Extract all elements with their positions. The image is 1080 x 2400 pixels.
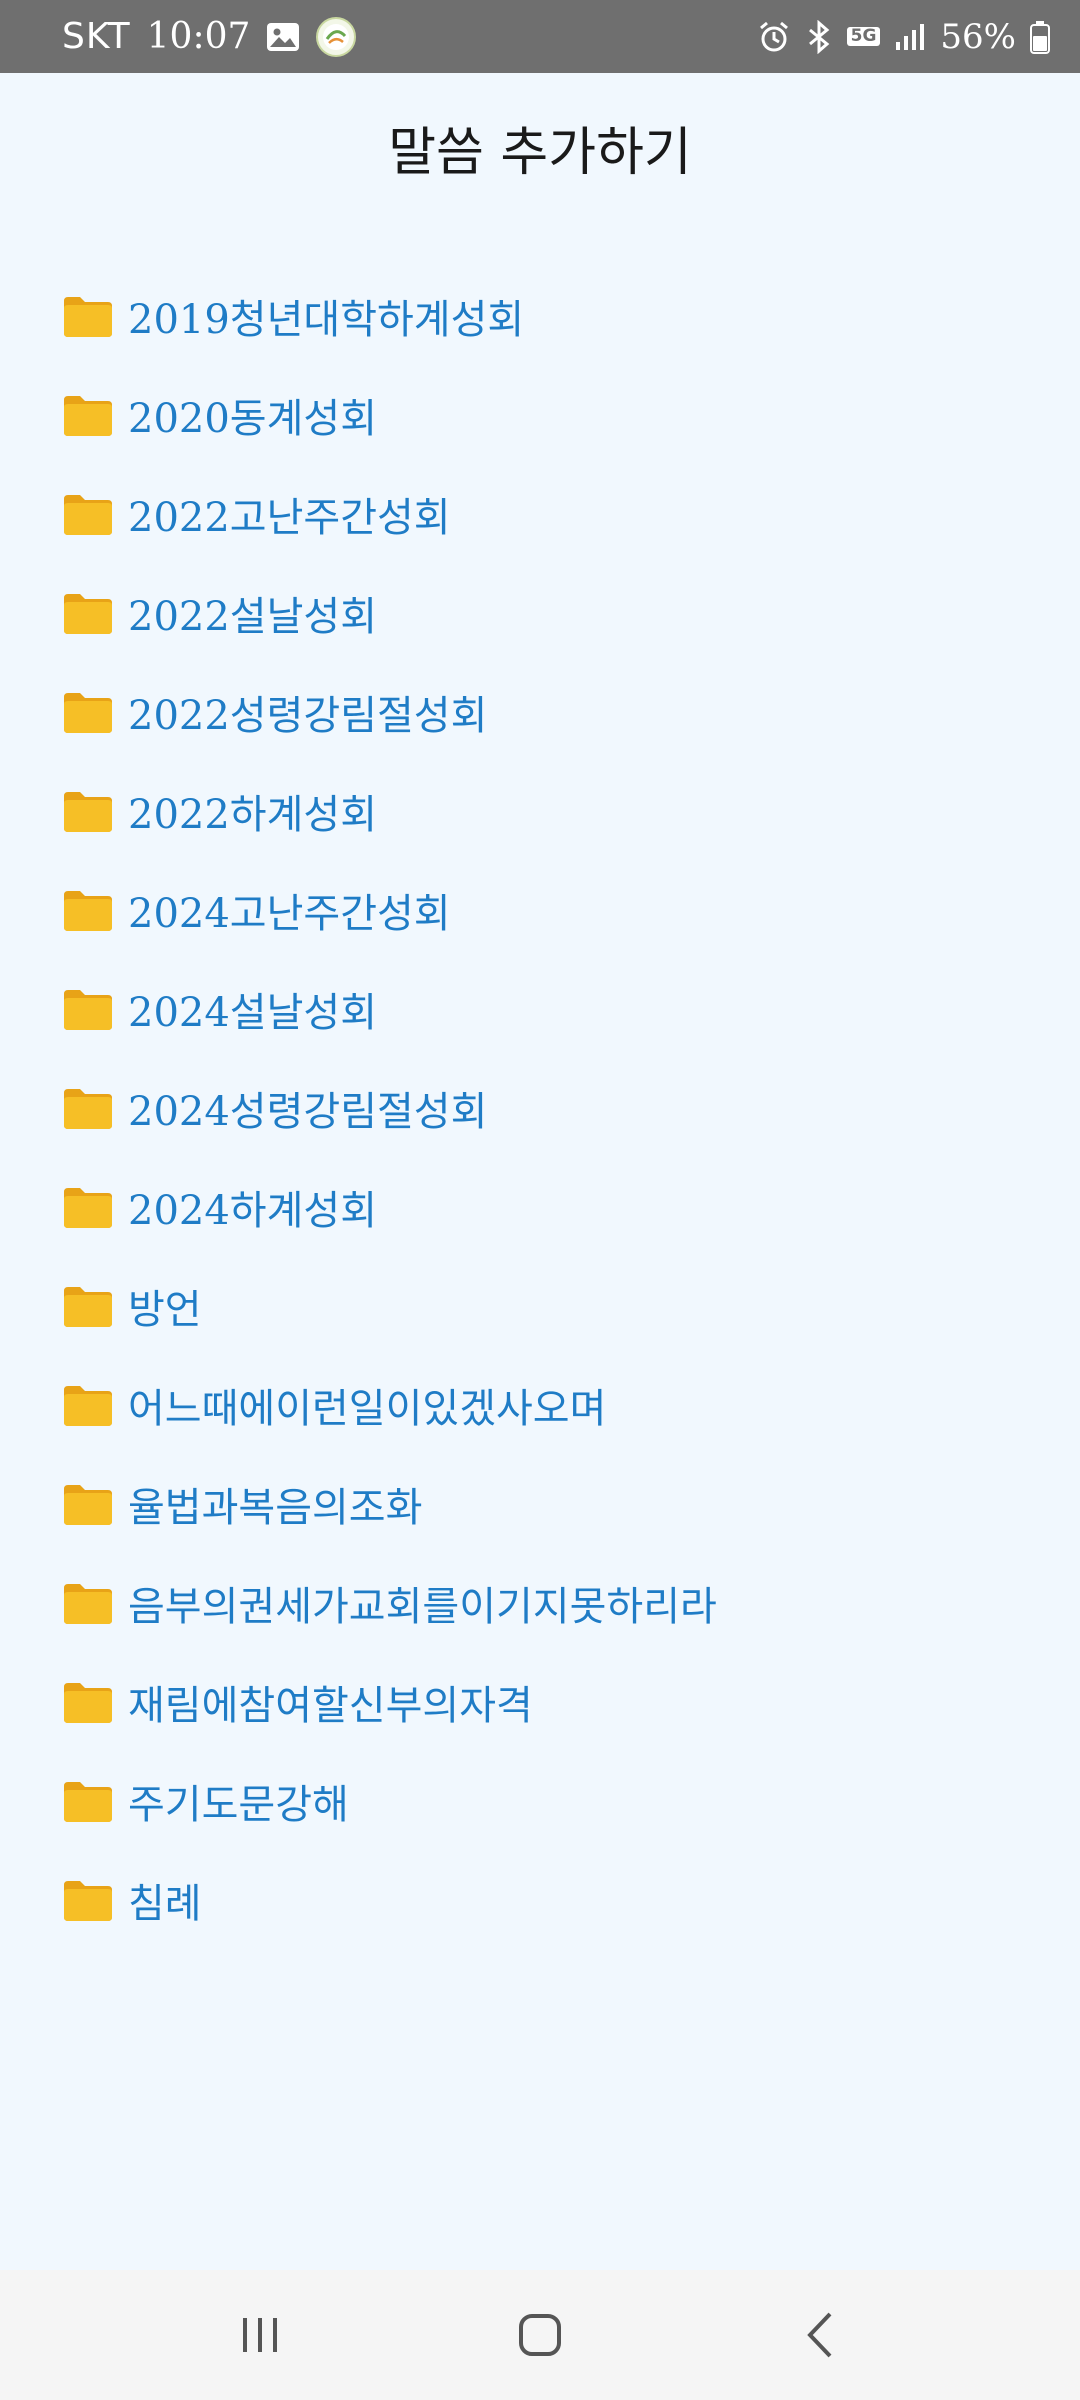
folder-icon xyxy=(62,1877,114,1923)
folder-icon xyxy=(62,788,114,834)
folder-label: 침례 xyxy=(128,1880,202,1927)
folder-label: 2022성령강림절성회 xyxy=(128,692,488,739)
recent-apps-icon xyxy=(243,2318,277,2352)
folder-label: 방언 xyxy=(128,1286,202,1333)
folder-icon xyxy=(62,1283,114,1329)
folder-label: 주기도문강해 xyxy=(128,1781,349,1828)
alarm-icon xyxy=(757,20,791,54)
folder-label: 어느때에이런일이있겠사오며 xyxy=(128,1385,607,1432)
folder-label: 2020동계성회 xyxy=(128,395,377,442)
folder-icon xyxy=(62,1481,114,1527)
home-icon xyxy=(519,2314,561,2356)
page-title: 말씀 추가하기 xyxy=(388,123,692,183)
folder-icon xyxy=(62,590,114,636)
folder-item-16[interactable]: 주기도문강해 xyxy=(62,1751,717,1850)
folder-icon xyxy=(62,689,114,735)
folder-item-17[interactable]: 침례 xyxy=(62,1850,717,1949)
folder-item-2[interactable]: 2020동계성회 xyxy=(62,365,717,464)
battery-percent: 56% xyxy=(940,16,1016,57)
carrier-label: SKT xyxy=(62,16,131,57)
folder-item-9[interactable]: 2024성령강림절성회 xyxy=(62,1058,717,1157)
folder-item-4[interactable]: 2022설날성회 xyxy=(62,563,717,662)
folder-icon xyxy=(62,1580,114,1626)
back-icon xyxy=(807,2312,832,2358)
folder-icon xyxy=(62,887,114,933)
recent-apps-button[interactable] xyxy=(200,2285,320,2385)
folder-item-5[interactable]: 2022성령강림절성회 xyxy=(62,662,717,761)
folder-icon xyxy=(62,1778,114,1824)
folder-item-1[interactable]: 2019청년대학하계성회 xyxy=(62,266,717,365)
navigation-bar xyxy=(0,2270,1080,2400)
folder-list: 2019청년대학하계성회 2020동계성회 2022고난주간성회 2022설날성… xyxy=(62,266,717,1949)
folder-item-15[interactable]: 재림에참여할신부의자격 xyxy=(62,1652,717,1751)
folder-item-6[interactable]: 2022하계성회 xyxy=(62,761,717,860)
folder-item-14[interactable]: 음부의권세가교회를이기지못하리라 xyxy=(62,1553,717,1652)
folder-icon xyxy=(62,1382,114,1428)
back-button[interactable] xyxy=(760,2285,880,2385)
signal-icon xyxy=(894,22,926,52)
folder-icon xyxy=(62,293,114,339)
network-badge: 5G xyxy=(846,27,881,46)
folder-label: 2022하계성회 xyxy=(128,791,377,838)
bluetooth-icon xyxy=(805,19,833,54)
folder-label: 2024하계성회 xyxy=(128,1187,377,1234)
folder-label: 2024설날성회 xyxy=(128,989,377,1036)
folder-item-10[interactable]: 2024하계성회 xyxy=(62,1157,717,1256)
folder-item-8[interactable]: 2024설날성회 xyxy=(62,959,717,1058)
folder-icon xyxy=(62,1184,114,1230)
folder-item-11[interactable]: 방언 xyxy=(62,1256,717,1355)
folder-item-7[interactable]: 2024고난주간성회 xyxy=(62,860,717,959)
app-notification-icon xyxy=(316,16,357,57)
folder-item-13[interactable]: 율법과복음의조화 xyxy=(62,1454,717,1553)
folder-label: 2024성령강림절성회 xyxy=(128,1088,488,1135)
folder-label: 율법과복음의조화 xyxy=(128,1484,423,1531)
status-bar: SKT 10:07 5G 56% xyxy=(0,0,1080,73)
folder-label: 음부의권세가교회를이기지못하리라 xyxy=(128,1583,717,1630)
folder-item-12[interactable]: 어느때에이런일이있겠사오며 xyxy=(62,1355,717,1454)
folder-label: 2022고난주간성회 xyxy=(128,494,451,541)
battery-icon xyxy=(1030,20,1050,54)
folder-label: 2019청년대학하계성회 xyxy=(128,296,525,343)
folder-label: 2022설날성회 xyxy=(128,593,377,640)
folder-item-3[interactable]: 2022고난주간성회 xyxy=(62,464,717,563)
folder-icon xyxy=(62,986,114,1032)
folder-label: 재림에참여할신부의자격 xyxy=(128,1682,533,1729)
folder-icon xyxy=(62,1085,114,1131)
folder-icon xyxy=(62,491,114,537)
gallery-icon xyxy=(266,22,300,52)
folder-label: 2024고난주간성회 xyxy=(128,890,451,937)
folder-icon xyxy=(62,1679,114,1725)
folder-icon xyxy=(62,392,114,438)
home-button[interactable] xyxy=(480,2285,600,2385)
clock: 10:07 xyxy=(146,16,251,57)
5g-icon: 5G xyxy=(846,27,881,46)
